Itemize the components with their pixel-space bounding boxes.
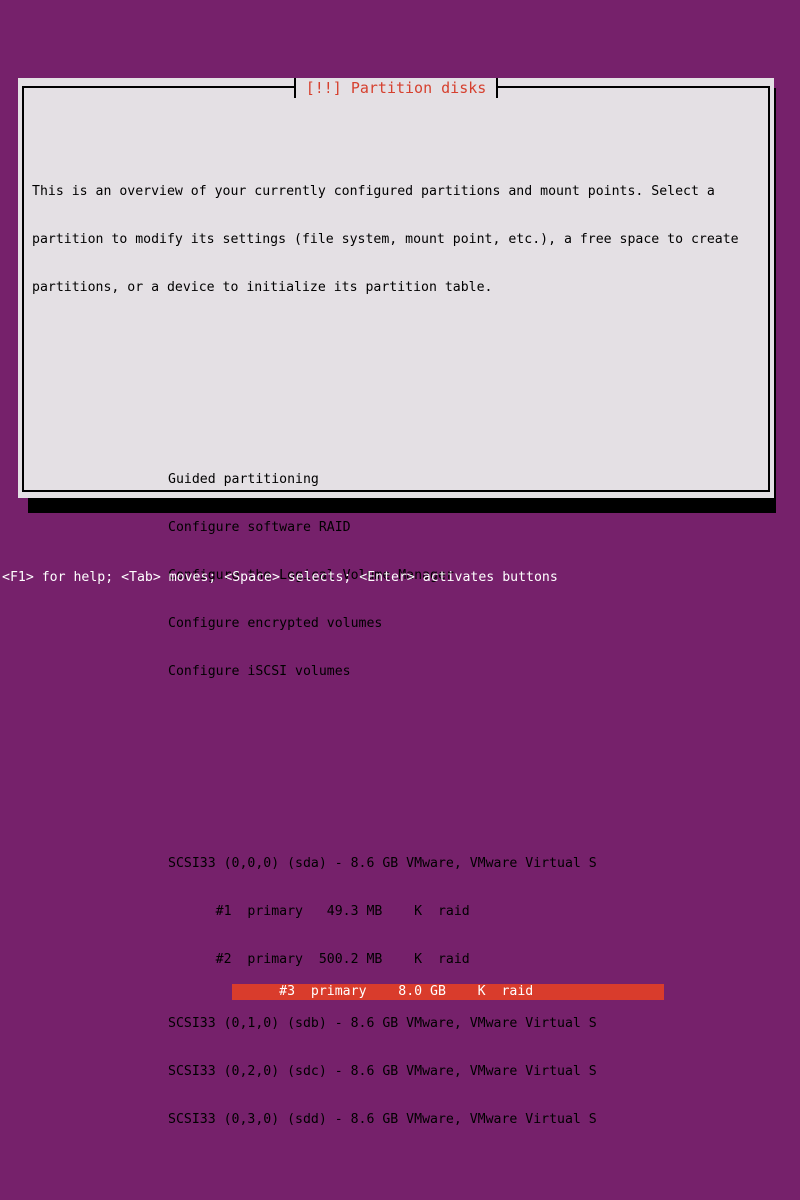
intro-line: partition to modify its settings (file s…: [32, 232, 739, 247]
partition-entry-sda2[interactable]: #2 primary 500.2 MB K raid: [168, 952, 764, 968]
disk-list: SCSI33 (0,0,0) (sda) - 8.6 GB VMware, VM…: [168, 824, 764, 1160]
intro-line: This is an overview of your currently co…: [32, 184, 715, 199]
partition-entry-sda1[interactable]: #1 primary 49.3 MB K raid: [168, 904, 764, 920]
menu-item-guided-partitioning[interactable]: Guided partitioning: [168, 472, 764, 488]
menu-item-configure-iscsi-volumes[interactable]: Configure iSCSI volumes: [168, 664, 764, 680]
menu-item-configure-software-raid[interactable]: Configure software RAID: [168, 520, 764, 536]
disk-entry-sdb[interactable]: SCSI33 (0,1,0) (sdb) - 8.6 GB VMware, VM…: [168, 1016, 764, 1032]
partition-entry-sda3-selected[interactable]: #3 primary 8.0 GB K raid: [231, 984, 664, 1000]
intro-line: partitions, or a device to initialize it…: [32, 280, 493, 295]
disk-entry-sda[interactable]: SCSI33 (0,0,0) (sda) - 8.6 GB VMware, VM…: [168, 856, 764, 872]
menu-item-configure-encrypted-volumes[interactable]: Configure encrypted volumes: [168, 616, 764, 632]
partition-disks-dialog: [!!] Partition disks This is an overview…: [18, 78, 774, 1127]
bottom-strip: [0, 588, 800, 600]
installer-screen: [!!] Partition disks This is an overview…: [0, 0, 800, 1127]
dialog-content: This is an overview of your currently co…: [32, 104, 764, 1127]
intro-text: This is an overview of your currently co…: [32, 152, 764, 328]
disk-entry-sdc[interactable]: SCSI33 (0,2,0) (sdc) - 8.6 GB VMware, VM…: [168, 1064, 764, 1080]
status-bar-help-text: <F1> for help; <Tab> moves; <Space> sele…: [2, 570, 558, 585]
disk-entry-sdd[interactable]: SCSI33 (0,3,0) (sdd) - 8.6 GB VMware, VM…: [168, 1112, 764, 1128]
